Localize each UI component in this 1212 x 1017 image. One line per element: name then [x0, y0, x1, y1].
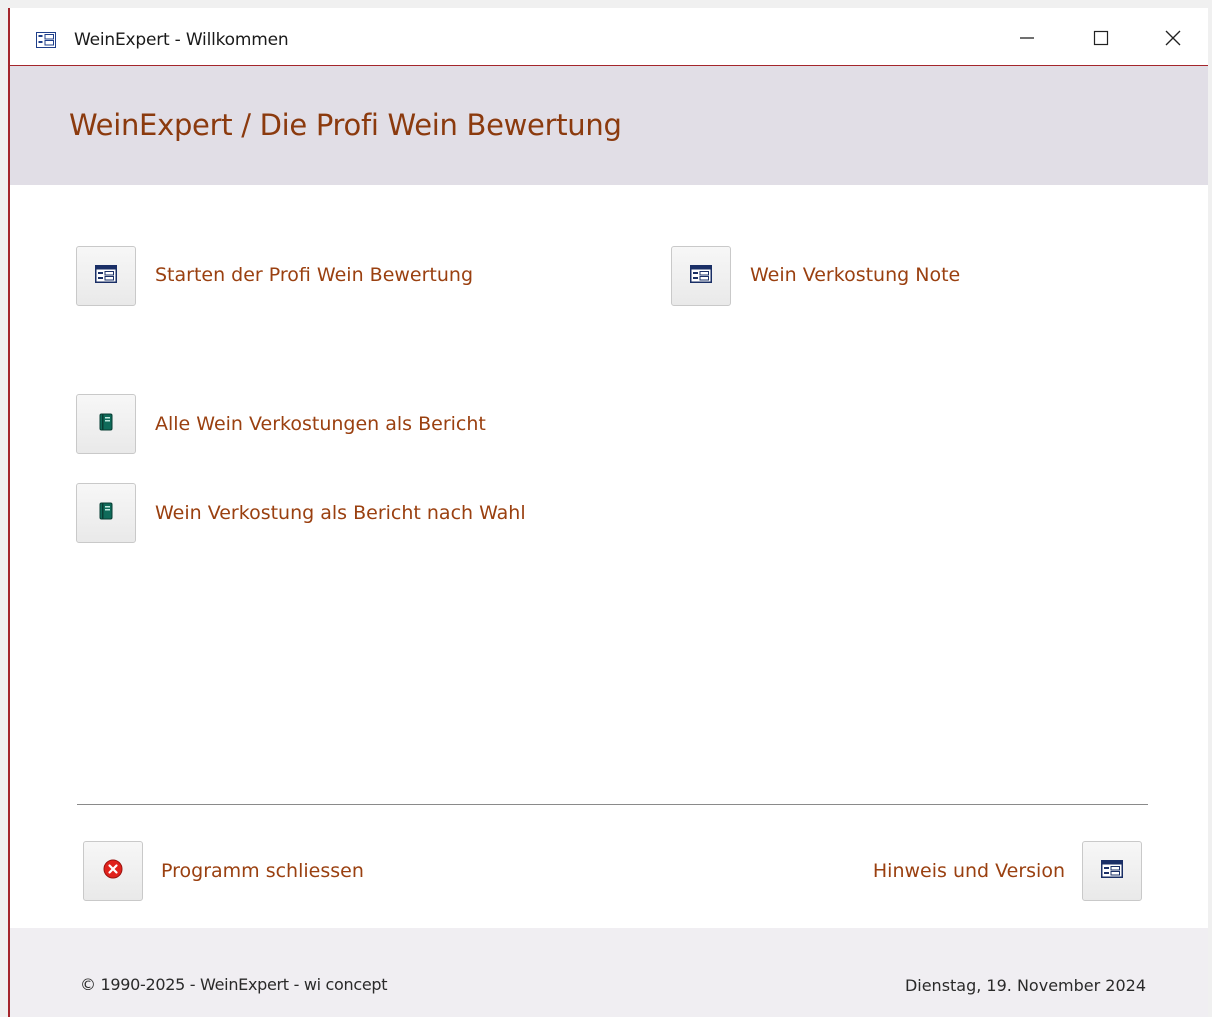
all-tastings-report-link[interactable]: Alle Wein Verkostungen als Bericht — [155, 413, 486, 435]
start-rating-button[interactable] — [76, 246, 136, 306]
header-band: WeinExpert / Die Profi Wein Bewertung — [10, 66, 1208, 185]
page-title: WeinExpert / Die Profi Wein Bewertung — [69, 108, 622, 142]
close-icon — [1164, 29, 1182, 52]
footer: © 1990-2025 - WeinExpert - wi concept Di… — [10, 928, 1208, 1017]
close-window-button[interactable] — [1150, 22, 1196, 58]
maximize-button[interactable] — [1078, 22, 1124, 58]
info-version-button[interactable] — [1082, 841, 1142, 901]
divider — [77, 804, 1148, 805]
form-icon — [36, 32, 56, 53]
date-text: Dienstag, 19. November 2024 — [904, 976, 1146, 995]
app-window: WeinExpert - Willkommen WeinExpert / Die… — [8, 8, 1208, 1017]
all-tastings-report-button[interactable] — [76, 394, 136, 454]
close-program-button[interactable] — [83, 841, 143, 901]
title-bar[interactable]: WeinExpert - Willkommen — [10, 8, 1208, 66]
close-program-link[interactable]: Programm schliessen — [161, 860, 364, 882]
tasting-note-button[interactable] — [671, 246, 731, 306]
report-icon — [99, 413, 113, 436]
tasting-report-choice-button[interactable] — [76, 483, 136, 543]
tasting-note-link[interactable]: Wein Verkostung Note — [750, 264, 960, 286]
info-version-link[interactable]: Hinweis und Version — [873, 860, 1065, 882]
copyright-text: © 1990-2025 - WeinExpert - wi concept — [80, 975, 388, 994]
close-circle-icon — [103, 859, 123, 884]
form-icon — [690, 264, 712, 288]
form-icon — [95, 264, 117, 288]
report-icon — [99, 502, 113, 525]
tasting-report-choice-link[interactable]: Wein Verkostung als Bericht nach Wahl — [155, 502, 526, 524]
window-title: WeinExpert - Willkommen — [74, 30, 289, 50]
minimize-button[interactable] — [1004, 22, 1050, 58]
form-icon — [1101, 859, 1123, 883]
start-rating-link[interactable]: Starten der Profi Wein Bewertung — [155, 264, 473, 286]
maximize-icon — [1093, 30, 1109, 51]
minimize-icon — [1019, 30, 1035, 51]
